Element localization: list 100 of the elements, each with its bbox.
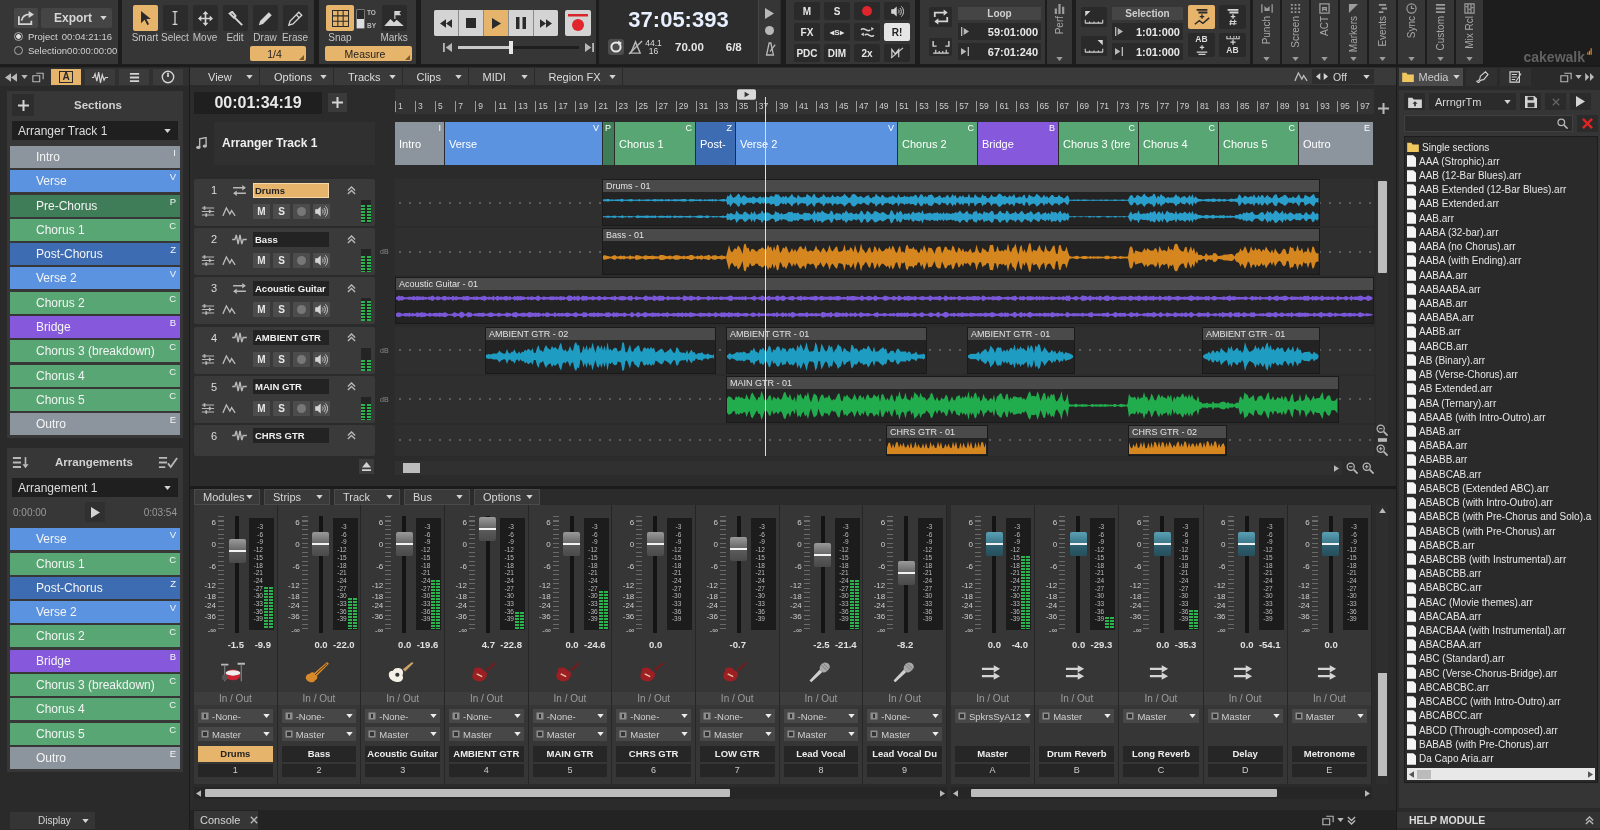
- file-item[interactable]: AABA (32-bar).arr: [1407, 225, 1597, 240]
- collapse-left-icon[interactable]: [5, 72, 17, 82]
- solo-button[interactable]: S: [273, 400, 290, 416]
- transport-button[interactable]: [459, 10, 483, 36]
- file-item[interactable]: AABABA.arr: [1407, 310, 1597, 325]
- slashed-triangle-icon[interactable]: [628, 39, 643, 55]
- arrow-up-icon[interactable]: [1378, 508, 1386, 513]
- section-item[interactable]: Bridge B: [10, 316, 180, 339]
- envelope-icon[interactable]: [222, 304, 236, 316]
- mute-button[interactable]: M: [253, 400, 270, 416]
- track-name-field[interactable]: Drums: [253, 182, 329, 198]
- inspector-tab[interactable]: [153, 69, 183, 85]
- strip-name[interactable]: Delay: [1207, 746, 1283, 762]
- solo-button[interactable]: S: [273, 253, 290, 269]
- mute-button[interactable]: M: [253, 302, 270, 318]
- audio-clip[interactable]: Bass - 01: [602, 228, 1320, 276]
- strip-name[interactable]: Acoustic Guitar: [365, 746, 440, 762]
- play-button[interactable]: [1570, 93, 1591, 110]
- horizontal-scrollbar[interactable]: [395, 461, 1342, 475]
- file-item[interactable]: ABAAB (with Intro-Outro).arr: [1407, 410, 1597, 425]
- collapse-icon[interactable]: [347, 431, 356, 441]
- transport-button[interactable]: [534, 10, 558, 36]
- resolution-dropdown[interactable]: 1/4: [250, 46, 306, 61]
- file-item[interactable]: ABACBAA (with Instrumental).arr: [1407, 623, 1597, 638]
- mix-button[interactable]: [854, 23, 880, 41]
- file-item[interactable]: ABABCB (Extended ABC).arr: [1407, 481, 1597, 496]
- module-button[interactable]: ACT: [1311, 0, 1338, 64]
- collapse-icon[interactable]: [347, 234, 356, 244]
- browser-tab[interactable]: [1466, 68, 1497, 86]
- plus-icon[interactable]: [1378, 103, 1389, 114]
- audio-clip[interactable]: CHRS GTR - 02: [1128, 424, 1227, 456]
- transport-button[interactable]: [434, 10, 458, 36]
- arrow-left-icon[interactable]: [1409, 770, 1414, 778]
- zoom-out-icon[interactable]: [1346, 462, 1358, 474]
- fader-handle[interactable]: [730, 536, 748, 561]
- selection-option-button[interactable]: AB: [1219, 33, 1246, 57]
- mix-button[interactable]: 2x: [854, 44, 880, 62]
- monitor-button[interactable]: [313, 351, 330, 367]
- input-dropdown[interactable]: -None-: [783, 709, 859, 723]
- envelope-icon[interactable]: [222, 206, 236, 217]
- mix-button[interactable]: M: [794, 2, 820, 20]
- file-item[interactable]: ABA (Ternary).arr: [1407, 395, 1597, 411]
- file-item[interactable]: ABACBAA.arr: [1407, 637, 1597, 652]
- menu-button[interactable]: Strips: [264, 489, 330, 505]
- scroll-thumb[interactable]: [1377, 181, 1387, 273]
- collapse-icon[interactable]: [347, 185, 356, 195]
- clear-search-button[interactable]: [1577, 115, 1598, 132]
- play-icon[interactable]: [765, 7, 774, 19]
- display-tab[interactable]: Display: [10, 812, 95, 829]
- module-button[interactable]: Events: [1369, 0, 1396, 64]
- monitor-button[interactable]: [313, 253, 330, 269]
- browser-tab[interactable]: [1500, 68, 1531, 86]
- input-dropdown[interactable]: -None-: [699, 709, 775, 723]
- arrangement-item[interactable]: Bridge B: [10, 649, 180, 672]
- marks-button[interactable]: [381, 5, 407, 31]
- module-button[interactable]: Screen: [1282, 0, 1309, 64]
- up-folder-button[interactable]: [1404, 93, 1425, 110]
- audio-clip[interactable]: AMBIENT GTR - 01: [967, 326, 1075, 374]
- tool-button[interactable]: [132, 5, 158, 31]
- file-item[interactable]: ABABCBC.arr: [1407, 580, 1597, 595]
- menu-button[interactable]: Clips: [402, 68, 469, 85]
- scroll-thumb[interactable]: [971, 789, 1277, 797]
- waveform-icon[interactable]: [232, 233, 247, 245]
- loop-snap-button[interactable]: [929, 38, 952, 56]
- file-item[interactable]: ABC (Verse-Chorus-Bridge).arr: [1407, 666, 1597, 681]
- strip-name[interactable]: Lead Vocal Du: [867, 746, 942, 762]
- section-item[interactable]: Post-Chorus Z: [10, 243, 180, 266]
- track-name-field[interactable]: Bass: [253, 231, 329, 247]
- cycle-icon[interactable]: [608, 39, 624, 55]
- input-dropdown[interactable]: -None-: [867, 709, 942, 723]
- menu-button[interactable]: Modules: [194, 489, 260, 505]
- monitor-button[interactable]: [313, 204, 330, 219]
- output-dropdown[interactable]: Master: [365, 727, 440, 741]
- selection-end-button[interactable]: [1081, 36, 1107, 56]
- file-item[interactable]: ABAC (Movie themes).arr: [1407, 595, 1597, 610]
- file-item[interactable]: AAB Extended (12-Bar Blues).arr: [1407, 182, 1597, 197]
- arranger-section[interactable]: Bridge B: [978, 122, 1059, 165]
- file-item[interactable]: AABCB.arr: [1407, 339, 1597, 354]
- waveform-icon[interactable]: [232, 381, 247, 393]
- expand-button[interactable]: [359, 459, 374, 474]
- output-dropdown[interactable]: Master: [699, 727, 775, 741]
- mute-button[interactable]: M: [253, 253, 270, 269]
- selection-option-button[interactable]: AB: [1188, 33, 1215, 57]
- file-item[interactable]: ABCABCC (with Intro-Outro).arr: [1407, 694, 1597, 709]
- file-item[interactable]: ABABCB (with Pre-Chorus).arr: [1407, 523, 1597, 539]
- output-dropdown[interactable]: Master: [1207, 709, 1283, 723]
- strip-name[interactable]: CHRS GTR: [616, 746, 691, 762]
- caret-icon[interactable]: [1575, 75, 1582, 79]
- mute-button[interactable]: M: [253, 204, 270, 219]
- mix-button[interactable]: DIM: [824, 44, 850, 62]
- stereo-arrows-icon[interactable]: [232, 184, 247, 196]
- tool-button[interactable]: [192, 5, 218, 31]
- track-name-field[interactable]: Acoustic Guitar: [253, 280, 329, 296]
- collapse-icon[interactable]: [1585, 815, 1594, 825]
- folder-dropdown[interactable]: ArrngrTm: [1429, 93, 1516, 110]
- sliders-icon[interactable]: [201, 304, 215, 316]
- solo-button[interactable]: S: [273, 351, 290, 367]
- output-dropdown[interactable]: Master: [198, 727, 273, 741]
- horizontal-scrollbar[interactable]: [951, 787, 1372, 799]
- fader-handle[interactable]: [985, 532, 1003, 557]
